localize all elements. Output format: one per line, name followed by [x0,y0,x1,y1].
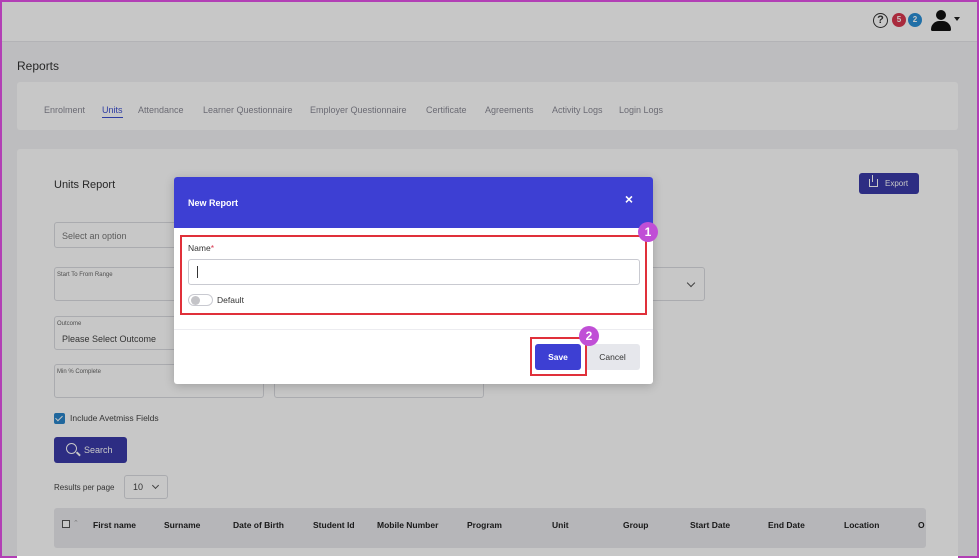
dialog-header: New Report × [174,177,653,228]
highlight-save-button [530,337,587,376]
dialog-title: New Report [188,198,239,208]
step-marker-1: 1 [638,222,658,242]
step-marker-2: 2 [579,326,599,346]
close-icon[interactable]: × [623,192,635,206]
cancel-button[interactable]: Cancel [585,344,640,370]
highlight-name-section [180,235,647,315]
